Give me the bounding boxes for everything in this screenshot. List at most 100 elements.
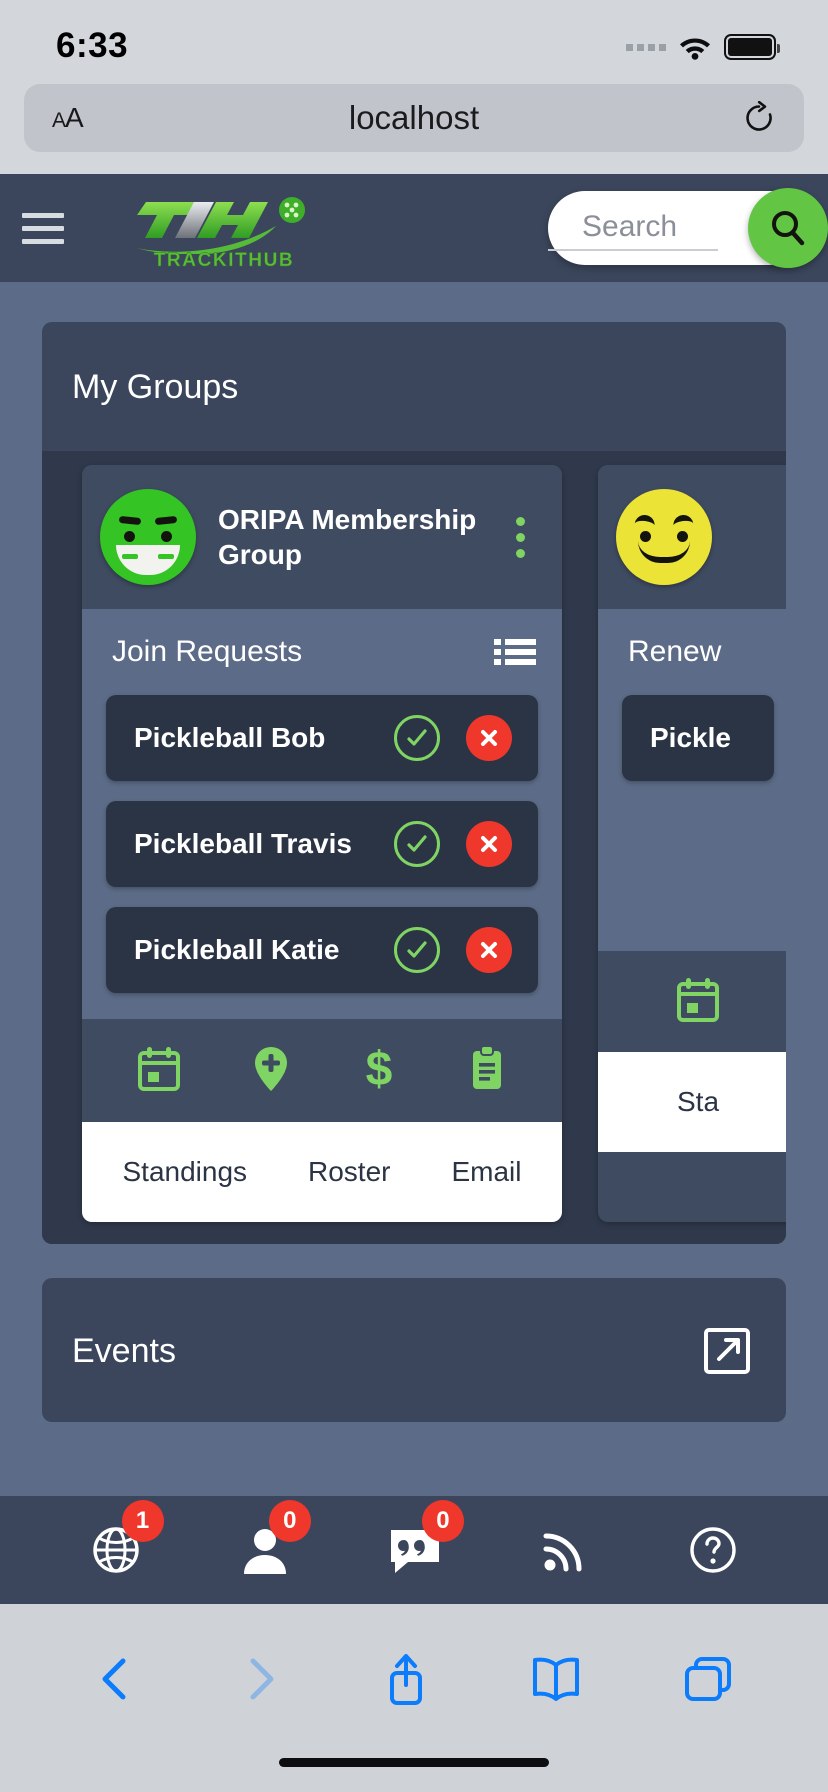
- kebab-menu-icon[interactable]: [500, 516, 540, 558]
- request-actions: [394, 927, 512, 973]
- browser-back-button[interactable]: [94, 1654, 138, 1704]
- search-button[interactable]: [748, 188, 828, 268]
- home-indicator-area: [0, 1754, 828, 1792]
- search-container: [548, 188, 828, 268]
- my-groups-header: My Groups: [42, 322, 786, 451]
- status-badge: 1: [121, 1500, 164, 1542]
- calendar-icon[interactable]: [676, 977, 720, 1028]
- open-external-icon[interactable]: [702, 1326, 752, 1376]
- book-icon: [533, 1657, 579, 1701]
- group-card[interactable]: Renew Pickle Sta: [598, 465, 786, 1222]
- check-circle-icon[interactable]: [394, 821, 440, 867]
- request-name: Pickle: [650, 722, 731, 753]
- list-view-icon[interactable]: [494, 637, 536, 667]
- tab-roster[interactable]: Roster: [308, 1156, 390, 1188]
- check-glyph: [407, 729, 427, 746]
- status-badge: 0: [421, 1500, 464, 1542]
- wifi-icon: [680, 38, 710, 60]
- status-badge: 0: [268, 1500, 311, 1542]
- nav-globe[interactable]: 1: [88, 1500, 164, 1578]
- group-card-header: [598, 465, 786, 609]
- group-card-tabs: Standings Roster Email: [82, 1122, 562, 1222]
- hamburger-menu-icon[interactable]: [22, 212, 64, 244]
- request-name: Pickleball Bob: [134, 722, 326, 753]
- share-icon: [390, 1654, 422, 1705]
- location-pin-plus-icon[interactable]: [251, 1045, 291, 1098]
- url-text[interactable]: localhost: [24, 99, 804, 137]
- check-glyph: [407, 835, 427, 852]
- chevron-left-icon: [102, 1658, 126, 1700]
- group-card[interactable]: ORIPA Membership Group Join Requests Pic…: [82, 465, 562, 1222]
- status-indicators: [626, 34, 780, 60]
- my-groups-panel: My Groups ORIPA Membership Group Join Re…: [42, 322, 786, 1244]
- check-circle-icon[interactable]: [394, 927, 440, 973]
- join-requests-list: Pickleball Bob Pickleball Travis Pickleb…: [82, 695, 562, 1019]
- tab-standings[interactable]: Standings: [122, 1156, 247, 1188]
- request-name: Pickleball Katie: [134, 934, 340, 965]
- nav-help[interactable]: [686, 1523, 740, 1577]
- nav-feed[interactable]: [539, 1524, 591, 1576]
- table-row[interactable]: Pickleball Bob: [106, 695, 538, 781]
- battery-full-icon: [724, 34, 780, 60]
- browser-share-button[interactable]: [382, 1651, 430, 1707]
- join-requests-bar: Join Requests: [82, 609, 562, 695]
- calendar-icon[interactable]: [137, 1046, 181, 1097]
- tab-standings[interactable]: Sta: [677, 1086, 719, 1118]
- x-glyph: [481, 942, 497, 958]
- dollar-icon[interactable]: $: [361, 1043, 397, 1098]
- status-time: 6:33: [56, 26, 129, 65]
- table-row[interactable]: Pickle: [622, 695, 774, 781]
- browser-forward-button[interactable]: [238, 1654, 282, 1704]
- request-name: Pickleball Travis: [134, 828, 352, 859]
- rss-icon: [543, 1533, 582, 1572]
- nav-messages[interactable]: 0: [386, 1500, 464, 1578]
- url-pill[interactable]: AA localhost: [24, 84, 804, 152]
- search-input[interactable]: [548, 205, 718, 251]
- browser-bookmarks-button[interactable]: [530, 1655, 582, 1703]
- nav-people[interactable]: 0: [239, 1500, 311, 1578]
- renew-bar: Renew: [598, 609, 786, 695]
- check-glyph: [407, 941, 427, 958]
- app-header: TRACKITHUB: [0, 174, 828, 282]
- browser-url-bar: AA localhost: [0, 84, 828, 174]
- logo-mark-icon: [124, 192, 324, 255]
- app-logo[interactable]: TRACKITHUB: [124, 192, 324, 272]
- x-circle-icon[interactable]: [466, 715, 512, 761]
- check-circle-icon[interactable]: [394, 715, 440, 761]
- events-title: Events: [72, 1331, 176, 1370]
- group-card-header: ORIPA Membership Group: [82, 465, 562, 609]
- browser-toolbar: [0, 1604, 828, 1754]
- page-title: My Groups: [72, 368, 239, 406]
- section-title: Renew: [628, 635, 722, 668]
- search-icon: [772, 211, 805, 246]
- smiley-green-avatar: [100, 489, 196, 585]
- tab-email[interactable]: Email: [451, 1156, 521, 1188]
- table-row[interactable]: Pickleball Travis: [106, 801, 538, 887]
- group-quick-actions: [598, 951, 786, 1052]
- x-circle-icon[interactable]: [466, 927, 512, 973]
- app-bottom-nav: 1 0 0: [0, 1496, 828, 1604]
- home-indicator: [279, 1758, 549, 1767]
- section-title: Join Requests: [112, 635, 303, 668]
- smiley-yellow-avatar: [616, 489, 712, 585]
- request-actions: [394, 715, 512, 761]
- join-requests-list: Pickle: [598, 695, 786, 951]
- help-circle-icon: [690, 1527, 737, 1573]
- phone-screen: 6:33 AA localhost TRACKITHUB Search My G…: [0, 0, 828, 1792]
- x-circle-icon[interactable]: [466, 821, 512, 867]
- browser-tabs-button[interactable]: [682, 1654, 734, 1704]
- clipboard-icon[interactable]: [467, 1045, 507, 1098]
- logo-wordmark: TRACKITHUB: [153, 250, 295, 271]
- chevron-right-icon: [250, 1658, 274, 1700]
- x-glyph: [481, 730, 497, 746]
- signal-dots-icon: [626, 43, 666, 51]
- table-row[interactable]: Pickleball Katie: [106, 907, 538, 993]
- events-panel: Events: [42, 1278, 786, 1422]
- reload-icon[interactable]: [742, 101, 776, 135]
- svg-text:$: $: [366, 1045, 393, 1093]
- groups-carousel[interactable]: ORIPA Membership Group Join Requests Pic…: [42, 451, 786, 1244]
- page-content: My Groups ORIPA Membership Group Join Re…: [0, 282, 828, 1604]
- group-name: ORIPA Membership Group: [218, 504, 477, 570]
- ios-status-bar: 6:33: [0, 0, 828, 84]
- events-header: Events: [42, 1278, 786, 1422]
